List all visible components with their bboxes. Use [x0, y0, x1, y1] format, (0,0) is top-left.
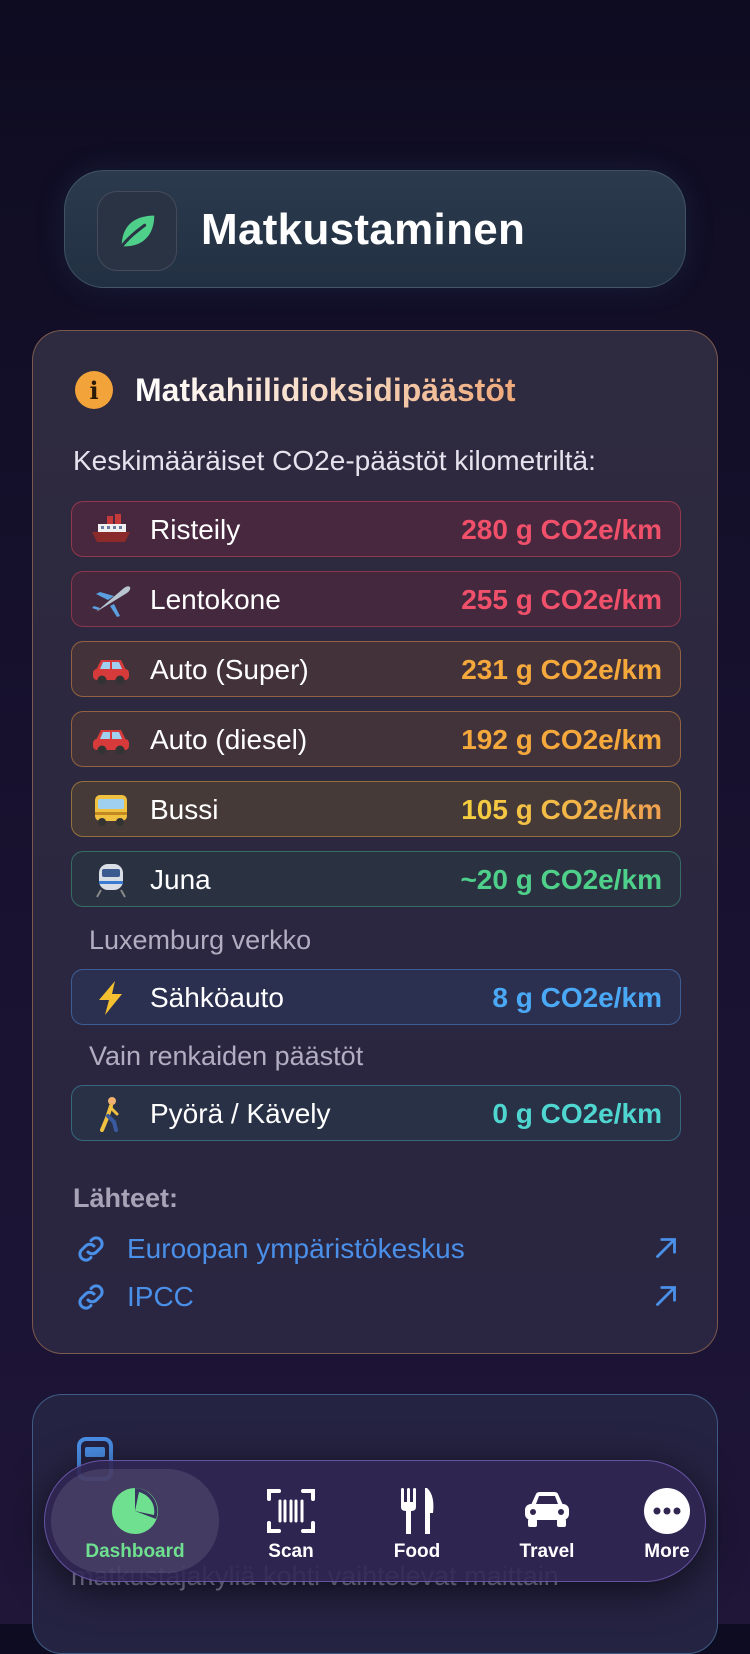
tab-label: Travel — [519, 1541, 575, 1562]
lightning-emoji — [99, 981, 122, 1015]
train-emoji — [96, 864, 126, 898]
emission-value: 255 g CO2e/km — [461, 584, 662, 615]
tab-travel[interactable]: Travel — [487, 1469, 607, 1573]
leaf-icon — [120, 215, 155, 248]
emission-value: 192 g CO2e/km — [461, 724, 662, 755]
tab-label: More — [644, 1541, 690, 1562]
emission-row-car-petrol: Auto (Super) 231 g CO2e/km — [71, 641, 681, 697]
fork-knife-icon — [401, 1488, 434, 1534]
leaf-icon-box — [97, 191, 177, 271]
emission-value: 231 g CO2e/km — [461, 654, 662, 685]
source-link-label[interactable]: IPCC — [127, 1281, 194, 1313]
emission-row-bus: Bussi 105 g CO2e/km — [71, 781, 681, 837]
emission-label: Auto (Super) — [150, 654, 309, 685]
page-title: Matkustaminen — [201, 205, 526, 254]
emission-row-car-diesel: Auto (diesel) 192 g CO2e/km — [71, 711, 681, 767]
tab-food[interactable]: Food — [357, 1469, 477, 1573]
tab-more[interactable]: More — [607, 1469, 727, 1573]
ship-emoji — [92, 514, 130, 542]
emission-note: Vain renkaiden päästöt — [89, 1041, 364, 1071]
tab-label: Dashboard — [85, 1541, 185, 1562]
car-emoji — [93, 730, 129, 755]
external-link-icon — [656, 1286, 676, 1306]
emission-note: Luxemburg verkko — [89, 925, 312, 955]
source-link-ipcc[interactable]: IPCC — [73, 1277, 683, 1317]
emission-label: Auto (diesel) — [150, 724, 308, 755]
link-icon — [78, 1236, 104, 1262]
emission-label: Lentokone — [150, 584, 281, 615]
link-icon — [78, 1284, 104, 1310]
emission-row-bike-walk: Pyörä / Kävely 0 g CO2e/km — [71, 1085, 681, 1141]
pie-chart-icon — [112, 1488, 158, 1534]
emission-value: ~20 g CO2e/km — [460, 864, 662, 895]
source-link-label[interactable]: Euroopan ympäristökeskus — [127, 1233, 465, 1265]
walking-emoji — [100, 1097, 119, 1132]
emission-label: Bussi — [150, 794, 219, 825]
emissions-card: i Matkahiilidioksidipäästöt Keskimääräis… — [32, 330, 718, 1354]
external-link-icon — [656, 1238, 676, 1258]
emission-row-train: Juna ~20 g CO2e/km — [71, 851, 681, 907]
tab-dashboard[interactable]: Dashboard — [51, 1469, 219, 1573]
bus-emoji — [95, 795, 127, 826]
car-icon — [525, 1492, 569, 1527]
emission-value: 105 g CO2e/km — [461, 794, 662, 825]
emission-label: Juna — [150, 864, 211, 895]
car-emoji — [93, 660, 129, 685]
tab-bar: Dashboard Scan Food Travel More — [44, 1460, 706, 1582]
emission-row-airplane: Lentokone 255 g CO2e/km — [71, 571, 681, 627]
airplane-emoji — [92, 586, 131, 617]
tab-label: Food — [393, 1541, 441, 1562]
source-link-eea[interactable]: Euroopan ympäristökeskus — [73, 1229, 683, 1269]
card-subtitle: Keskimääräiset CO2e-päästöt kilometriltä… — [73, 445, 596, 476]
barcode-scan-icon — [267, 1489, 315, 1533]
section-header: Matkustaminen — [64, 170, 686, 288]
ellipsis-icon — [644, 1488, 690, 1534]
card-title: Matkahiilidioksidipäästöt — [135, 371, 516, 408]
emission-value: 8 g CO2e/km — [492, 982, 662, 1013]
emission-label: Pyörä / Kävely — [150, 1098, 331, 1129]
emission-value: 0 g CO2e/km — [492, 1098, 662, 1129]
emission-row-cruise: Risteily 280 g CO2e/km — [71, 501, 681, 557]
emission-row-electric-car: Sähköauto 8 g CO2e/km — [71, 969, 681, 1025]
tab-scan[interactable]: Scan — [231, 1469, 351, 1573]
card-header: i Matkahiilidioksidipäästöt — [75, 371, 516, 409]
info-icon: i — [75, 371, 113, 409]
emission-label: Risteily — [150, 514, 241, 545]
emission-label: Sähköauto — [150, 982, 284, 1013]
tab-label: Scan — [268, 1541, 314, 1562]
emission-value: 280 g CO2e/km — [461, 514, 662, 545]
sources-label: Lähteet: — [73, 1183, 179, 1213]
